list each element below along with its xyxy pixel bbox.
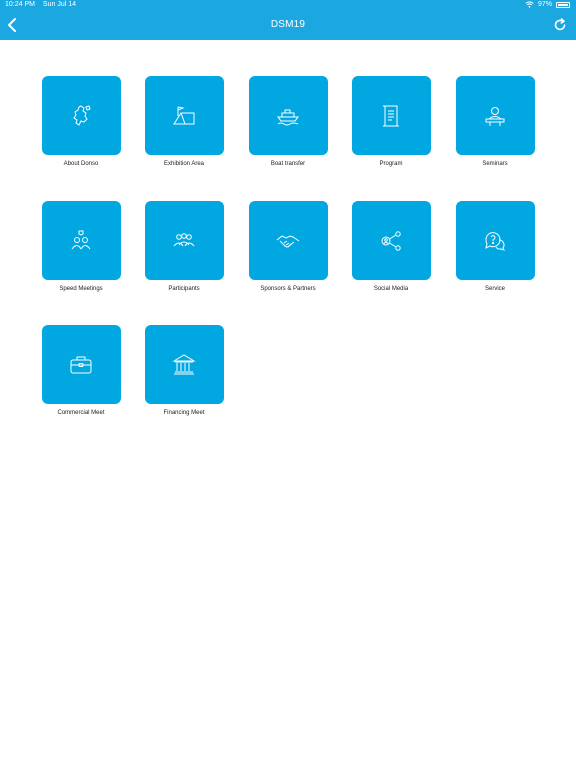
tile-service[interactable]: Service: [445, 201, 545, 292]
tile-boat-transfer[interactable]: Boat transfer: [238, 76, 338, 167]
status-bar-right: 97%: [525, 1, 570, 8]
tile-button[interactable]: [144, 325, 224, 404]
tile-label: About Donso: [63, 161, 99, 167]
handshake-icon: [276, 234, 300, 247]
status-time: 10:24 PM: [5, 1, 35, 8]
tile-label: Speed Meetings: [59, 286, 103, 292]
tile-label: Service: [484, 286, 505, 292]
share-icon: [381, 230, 401, 251]
tile-label: Boat transfer: [270, 161, 306, 167]
tile-exhibition-area[interactable]: Exhibition Area: [134, 76, 234, 167]
scroll-icon: [383, 105, 399, 126]
battery-percent: 97%: [537, 1, 552, 8]
battery-icon: [556, 1, 570, 8]
group-icon: [173, 232, 195, 246]
tile-participants[interactable]: Participants: [134, 201, 234, 292]
tile-button[interactable]: [455, 76, 535, 155]
tile-seminars[interactable]: Seminars: [445, 76, 545, 167]
boat-icon: [277, 109, 299, 125]
tile-about-donso[interactable]: About Donso: [31, 76, 131, 167]
refresh-button[interactable]: [553, 18, 567, 32]
tile-commercial-meet[interactable]: Commercial Meet: [31, 325, 131, 416]
tile-button[interactable]: [41, 325, 121, 404]
tile-button[interactable]: [351, 201, 431, 280]
map-icon: [73, 104, 91, 126]
tile-label: Exhibition Area: [163, 161, 205, 167]
tile-label: Program: [379, 161, 403, 167]
speaker-icon: [485, 106, 505, 126]
tile-label: Participants: [168, 286, 200, 292]
tile-label: Social Media: [373, 286, 409, 292]
bank-icon: [172, 353, 196, 374]
status-date: Sun Jul 14: [42, 1, 77, 8]
tile-button[interactable]: [144, 201, 224, 280]
tile-button[interactable]: [351, 76, 431, 155]
meeting-icon: [71, 230, 91, 249]
refresh-icon: [554, 18, 566, 31]
tile-button[interactable]: [248, 201, 328, 280]
page-title: DSM19: [270, 19, 306, 30]
tile-button[interactable]: [41, 76, 121, 155]
chat-question-icon: [485, 231, 505, 251]
tent-icon: [173, 106, 195, 124]
briefcase-icon: [70, 356, 92, 373]
tile-label: Sponsors & Partners: [260, 286, 316, 292]
status-bar-left: 10:24 PM Sun Jul 14: [5, 1, 82, 8]
tile-button[interactable]: [455, 201, 535, 280]
tile-button[interactable]: [248, 76, 328, 155]
tile-sponsors-partners[interactable]: Sponsors & Partners: [238, 201, 338, 292]
tile-speed-meetings[interactable]: Speed Meetings: [31, 201, 131, 292]
wifi-icon: [525, 1, 534, 8]
tile-program[interactable]: Program: [341, 76, 441, 167]
tile-label: Commercial Meet: [57, 410, 105, 416]
tile-button[interactable]: [41, 201, 121, 280]
tile-button[interactable]: [144, 76, 224, 155]
tile-social-media[interactable]: Social Media: [341, 201, 441, 292]
tile-financing-meet[interactable]: Financing Meet: [134, 325, 234, 416]
top-bar: 10:24 PM Sun Jul 14 97% DSM19: [0, 0, 576, 40]
tile-label: Financing Meet: [163, 410, 205, 416]
tile-label: Seminars: [482, 161, 508, 167]
